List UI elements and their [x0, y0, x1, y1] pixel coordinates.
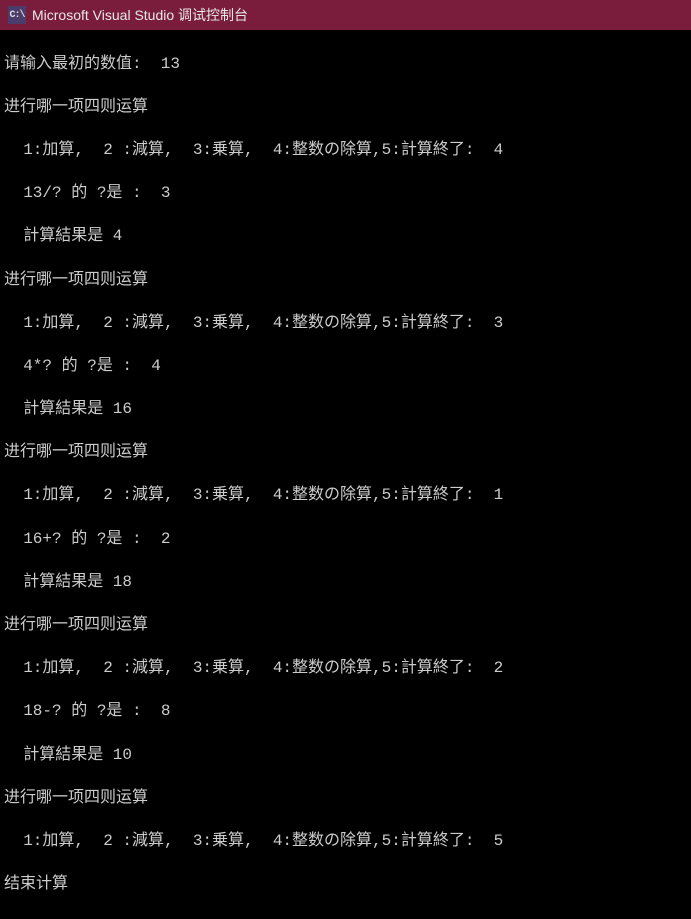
terminal-line: 进行哪一项四则运算 [4, 442, 687, 464]
terminal-line: 計算結果是 4 [4, 226, 687, 248]
terminal-line: 4*? 的 ?是 : 4 [4, 356, 687, 378]
terminal-line: 1:加算, 2 :減算, 3:乗算, 4:整数の除算,5:計算終了: 3 [4, 313, 687, 335]
terminal-line: 計算結果是 10 [4, 745, 687, 767]
terminal-line: 1:加算, 2 :減算, 3:乗算, 4:整数の除算,5:計算終了: 1 [4, 485, 687, 507]
terminal-output: 请输入最初的数值: 13 进行哪一项四则运算 1:加算, 2 :減算, 3:乗算… [0, 30, 691, 919]
terminal-line: 进行哪一项四则运算 [4, 788, 687, 810]
window-title: Microsoft Visual Studio 调试控制台 [32, 5, 248, 25]
terminal-line: 18-? 的 ?是 : 8 [4, 701, 687, 723]
terminal-line: 进行哪一项四则运算 [4, 270, 687, 292]
terminal-line: 16+? 的 ?是 : 2 [4, 529, 687, 551]
terminal-line: 1:加算, 2 :減算, 3:乗算, 4:整数の除算,5:計算終了: 4 [4, 140, 687, 162]
terminal-line: 1:加算, 2 :減算, 3:乗算, 4:整数の除算,5:計算終了: 5 [4, 831, 687, 853]
terminal-line: 1:加算, 2 :減算, 3:乗算, 4:整数の除算,5:計算終了: 2 [4, 658, 687, 680]
terminal-line: 計算結果是 18 [4, 572, 687, 594]
terminal-line: 13/? 的 ?是 : 3 [4, 183, 687, 205]
titlebar[interactable]: C:\ Microsoft Visual Studio 调试控制台 [0, 0, 691, 30]
terminal-line: 計算結果是 16 [4, 399, 687, 421]
app-icon: C:\ [8, 6, 26, 24]
terminal-line: 进行哪一项四则运算 [4, 97, 687, 119]
terminal-line: 请输入最初的数值: 13 [4, 54, 687, 76]
terminal-line: 结束计算 [4, 874, 687, 896]
terminal-line: 进行哪一项四则运算 [4, 615, 687, 637]
